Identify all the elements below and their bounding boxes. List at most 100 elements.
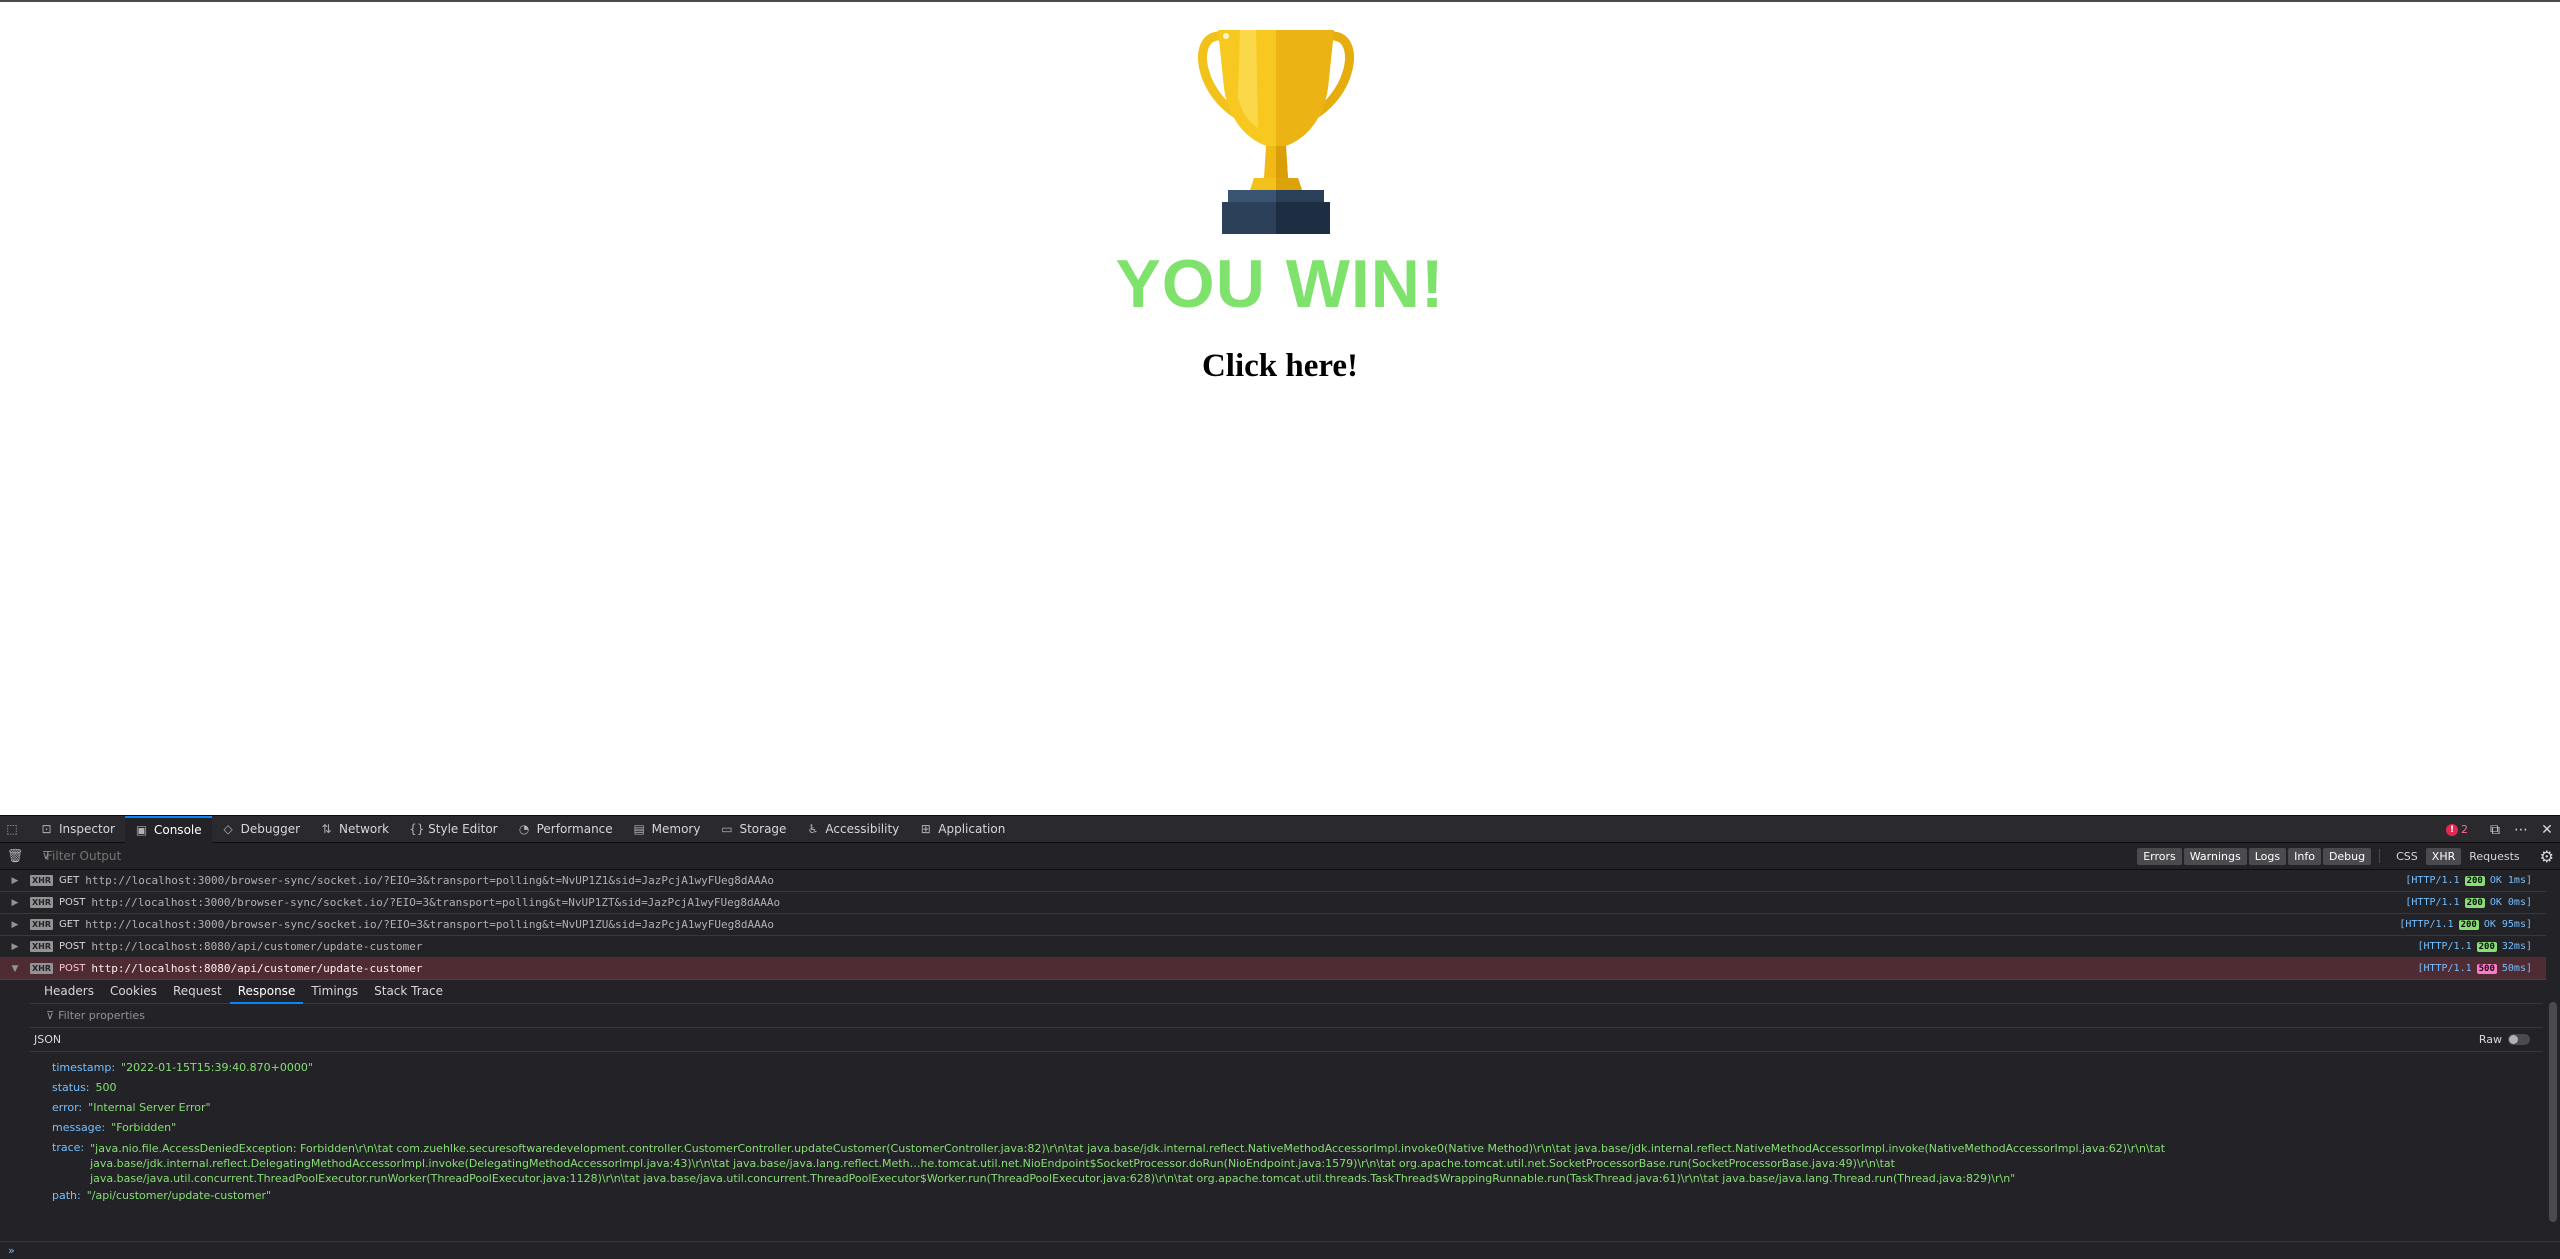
expand-arrow-icon[interactable]: ▶ bbox=[0, 898, 30, 908]
filter-properties-input[interactable]: ⊽ Filter properties bbox=[30, 1004, 2542, 1028]
toggle-switch[interactable] bbox=[2508, 1034, 2530, 1045]
tab-performance[interactable]: ◔ Performance bbox=[508, 816, 623, 843]
tab-cookies[interactable]: Cookies bbox=[102, 980, 165, 1004]
filter-errors-button[interactable]: Errors bbox=[2137, 847, 2182, 865]
request-method: POST bbox=[59, 897, 86, 908]
scrollbar-thumb[interactable] bbox=[2549, 1002, 2557, 1222]
tab-style-editor[interactable]: {} Style Editor bbox=[399, 816, 507, 843]
element-picker-button[interactable]: ⬚ bbox=[0, 816, 30, 843]
console-settings-gear-icon[interactable]: ⚙ bbox=[2540, 847, 2554, 866]
status-code-badge: 200 bbox=[2464, 897, 2485, 908]
console-icon: ▣ bbox=[135, 822, 148, 837]
console-command-line[interactable]: » bbox=[0, 1241, 2560, 1259]
network-request-row-error[interactable]: ▼ XHR POST http://localhost:8080/api/cus… bbox=[0, 958, 2560, 980]
accessibility-icon: ♿ bbox=[807, 821, 819, 836]
request-status: [HTTP/1.1 200 OK 95ms] bbox=[2399, 919, 2532, 930]
filter-info-button[interactable]: Info bbox=[2288, 847, 2321, 865]
storage-icon: ▭ bbox=[721, 821, 733, 836]
trash-icon: 🗑 bbox=[6, 848, 24, 864]
filter-css-button[interactable]: CSS bbox=[2390, 848, 2424, 865]
json-row-message: message: "Forbidden" bbox=[52, 1121, 177, 1134]
trophy-icon bbox=[1198, 30, 1354, 234]
json-label: JSON bbox=[34, 1033, 62, 1046]
expand-arrow-icon[interactable]: ▶ bbox=[0, 876, 30, 886]
console-scrollbar[interactable] bbox=[2546, 874, 2560, 1241]
request-url[interactable]: http://localhost:3000/browser-sync/socke… bbox=[85, 874, 774, 887]
more-options-button[interactable]: ⋯ bbox=[2508, 822, 2534, 838]
tab-network[interactable]: ⇅ Network bbox=[310, 816, 399, 843]
request-method: POST bbox=[59, 941, 86, 952]
raw-toggle[interactable]: Raw bbox=[2479, 1033, 2530, 1046]
xhr-badge: XHR bbox=[30, 897, 54, 908]
filter-xhr-button[interactable]: XHR bbox=[2425, 847, 2462, 865]
clear-console-button[interactable]: 🗑 bbox=[0, 849, 30, 864]
close-icon: ✕ bbox=[2541, 821, 2553, 838]
xhr-badge: XHR bbox=[30, 963, 54, 974]
request-url[interactable]: http://localhost:8080/api/customer/updat… bbox=[91, 940, 422, 953]
xhr-badge: XHR bbox=[30, 941, 54, 952]
tab-console[interactable]: ▣ Console bbox=[124, 815, 212, 843]
filter-buttons: Errors Warnings Logs Info Debug CSS XHR … bbox=[2135, 847, 2525, 865]
expand-arrow-icon[interactable]: ▶ bbox=[0, 920, 30, 930]
tab-response[interactable]: Response bbox=[229, 980, 304, 1004]
request-details: Headers Cookies Request Response Timings… bbox=[30, 980, 2542, 1241]
collapse-arrow-icon[interactable]: ▼ bbox=[0, 964, 30, 974]
request-detail-tabs: Headers Cookies Request Response Timings… bbox=[30, 980, 2542, 1004]
filter-requests-button[interactable]: Requests bbox=[2463, 848, 2525, 865]
devtools-toolbar-right: ! 2 ⧉ ⋯ ✕ bbox=[2446, 816, 2560, 843]
network-request-row[interactable]: ▶ XHR GET http://localhost:3000/browser-… bbox=[0, 870, 2560, 892]
network-request-row[interactable]: ▶ XHR POST http://localhost:3000/browser… bbox=[0, 892, 2560, 914]
json-row-error: error: "Internal Server Error" bbox=[52, 1101, 211, 1114]
tab-request[interactable]: Request bbox=[165, 980, 230, 1004]
network-request-row[interactable]: ▶ XHR POST http://localhost:8080/api/cus… bbox=[0, 936, 2560, 958]
filter-warnings-button[interactable]: Warnings bbox=[2183, 847, 2247, 865]
json-section-header: JSON Raw bbox=[30, 1028, 2542, 1052]
tab-debugger[interactable]: ◇ Debugger bbox=[212, 816, 310, 843]
request-url[interactable]: http://localhost:3000/browser-sync/socke… bbox=[85, 918, 774, 931]
memory-icon: ▤ bbox=[633, 821, 645, 836]
filter-debug-button[interactable]: Debug bbox=[2322, 847, 2372, 865]
filter-icon: ⊽ bbox=[42, 849, 51, 862]
tab-application[interactable]: ⊞ Application bbox=[909, 816, 1015, 843]
request-url[interactable]: http://localhost:8080/api/customer/updat… bbox=[91, 962, 422, 975]
dock-button[interactable]: ⧉ bbox=[2482, 822, 2508, 838]
prompt-icon: » bbox=[8, 1244, 15, 1257]
console-filter-bar: 🗑 ⊽ Errors Warnings Logs Info Debug CSS … bbox=[0, 843, 2560, 870]
dock-icon: ⧉ bbox=[2490, 821, 2500, 838]
request-status: [HTTP/1.1 200 OK 1ms] bbox=[2405, 875, 2532, 886]
error-counter[interactable]: ! 2 bbox=[2446, 823, 2468, 836]
tab-accessibility[interactable]: ♿ Accessibility bbox=[796, 816, 909, 843]
error-icon: ! bbox=[2446, 823, 2458, 836]
tab-inspector[interactable]: ⊡ Inspector bbox=[30, 816, 125, 843]
status-code-badge: 500 bbox=[2476, 963, 2497, 974]
request-status: [HTTP/1.1 500 50ms] bbox=[2417, 963, 2532, 974]
tab-storage[interactable]: ▭ Storage bbox=[710, 816, 796, 843]
request-url[interactable]: http://localhost:3000/browser-sync/socke… bbox=[91, 896, 780, 909]
status-code-badge: 200 bbox=[2464, 875, 2485, 886]
network-icon: ⇅ bbox=[321, 821, 332, 836]
json-response-body: timestamp: "2022-01-15T15:39:40.870+0000"… bbox=[30, 1052, 2542, 1206]
click-here-link[interactable]: Click here! bbox=[0, 348, 2560, 385]
inspector-icon: ⊡ bbox=[41, 821, 52, 836]
tab-timings[interactable]: Timings bbox=[303, 980, 366, 1004]
expand-arrow-icon[interactable]: ▶ bbox=[0, 942, 30, 952]
network-request-row[interactable]: ▶ XHR GET http://localhost:3000/browser-… bbox=[0, 914, 2560, 936]
element-picker-icon: ⬚ bbox=[6, 821, 18, 836]
tab-stack-trace[interactable]: Stack Trace bbox=[366, 980, 451, 1004]
request-method: POST bbox=[59, 963, 86, 974]
more-icon: ⋯ bbox=[2514, 821, 2528, 838]
request-method: GET bbox=[59, 919, 80, 930]
json-row-status: status: 500 bbox=[52, 1081, 117, 1094]
application-icon: ⊞ bbox=[920, 821, 931, 836]
filter-logs-button[interactable]: Logs bbox=[2248, 847, 2287, 865]
close-devtools-button[interactable]: ✕ bbox=[2534, 822, 2560, 838]
request-method: GET bbox=[59, 875, 80, 886]
request-status: [HTTP/1.1 200 32ms] bbox=[2417, 941, 2532, 952]
filter-output-input[interactable] bbox=[30, 846, 2136, 866]
devtools-panel: ⬚ ⊡ Inspector ▣ Console ◇ Debugger ⇅ Network… bbox=[0, 815, 2560, 1259]
status-code-badge: 200 bbox=[2458, 919, 2479, 930]
tab-headers[interactable]: Headers bbox=[36, 980, 102, 1004]
tab-memory[interactable]: ▤ Memory bbox=[623, 816, 711, 843]
xhr-badge: XHR bbox=[30, 875, 54, 886]
win-title: YOU WIN! bbox=[1115, 246, 1445, 322]
